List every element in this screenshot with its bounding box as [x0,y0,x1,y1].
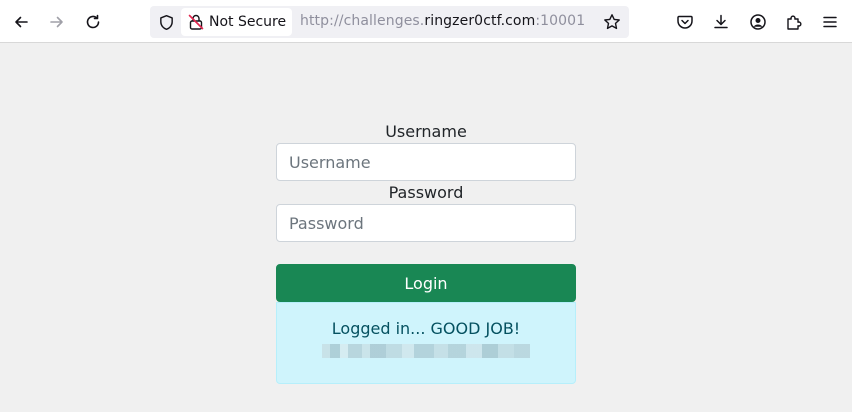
redacted-flag [322,344,530,358]
url-prefix: http://challenges. [300,13,425,29]
arrow-right-icon [50,16,63,28]
password-label: Password [388,183,464,202]
site-security-chip[interactable]: Not Secure [181,8,292,36]
forward-button[interactable] [44,9,70,35]
account-icon [750,14,766,30]
security-label: Not Secure [209,14,287,30]
puzzle-icon [787,15,802,30]
downloads-button[interactable] [708,9,734,35]
menu-button[interactable] [817,9,843,35]
reload-icon [86,14,100,29]
pocket-icon [677,15,693,29]
tracking-protection-button[interactable] [157,13,175,31]
alert-message: Logged in... GOOD JOB! [331,319,521,338]
hamburger-menu-icon [823,16,837,28]
insecure-lock-icon [188,14,204,30]
arrow-left-icon [15,16,28,28]
account-button[interactable] [745,9,771,35]
download-icon [714,14,728,29]
username-input[interactable] [276,143,576,181]
shield-icon [159,14,173,30]
username-label: Username [385,122,467,141]
extensions-button[interactable] [781,9,807,35]
url-host: ringzer0ctf.com [424,13,536,29]
success-alert: Logged in... GOOD JOB! [276,302,576,384]
url-bar[interactable]: Not Secure http://challenges.ringzer0ctf… [150,6,629,38]
pocket-button[interactable] [672,9,698,35]
bookmark-button[interactable] [602,12,622,32]
browser-toolbar: Not Secure http://challenges.ringzer0ctf… [0,0,852,43]
star-icon [604,14,620,30]
reload-button[interactable] [80,9,106,35]
url-text[interactable]: http://challenges.ringzer0ctf.com:10001 [300,13,585,29]
login-form: Username Password Login Logged in... GOO… [276,121,576,384]
login-button[interactable]: Login [276,264,576,302]
back-button[interactable] [8,9,34,35]
url-suffix: :10001 [535,13,586,29]
password-input[interactable] [276,204,576,242]
